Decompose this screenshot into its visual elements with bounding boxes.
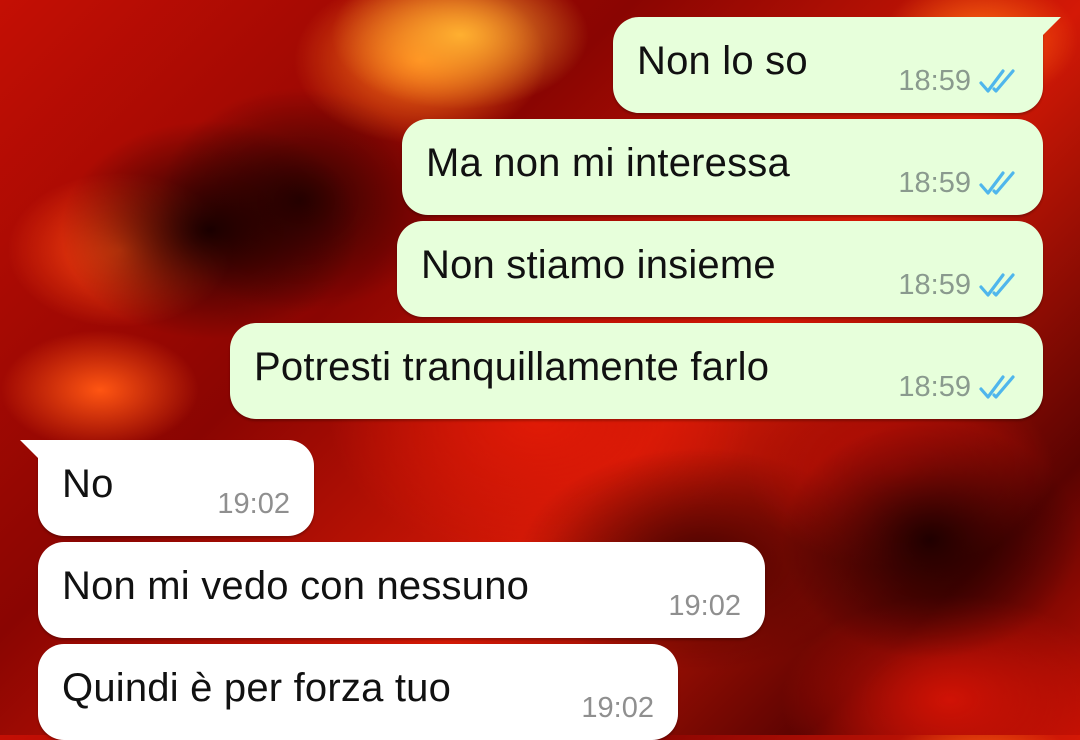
message-time: 18:59 <box>898 167 971 199</box>
message-text: No <box>62 462 114 506</box>
wallpaper-swirl <box>60 120 360 340</box>
wallpaper-swirl <box>780 420 1080 660</box>
message-time: 18:59 <box>898 269 971 301</box>
double-check-icon <box>979 69 1015 93</box>
message-time: 18:59 <box>898 371 971 403</box>
double-check-icon <box>979 375 1015 399</box>
message-text: Non lo so <box>637 39 808 83</box>
wallpaper-swirl <box>330 0 590 110</box>
message-text: Potresti tranquillamente farlo <box>254 345 770 389</box>
double-check-icon <box>979 273 1015 297</box>
message-time: 19:02 <box>581 692 654 724</box>
double-check-icon <box>979 171 1015 195</box>
incoming-message[interactable]: No 19:02 <box>20 440 314 536</box>
outgoing-message[interactable]: Ma non mi interessa 18:59 <box>402 119 1043 215</box>
message-time: 18:59 <box>898 65 971 97</box>
message-text: Non stiamo insieme <box>421 243 776 287</box>
message-text: Quindi è per forza tuo <box>62 666 452 710</box>
outgoing-message[interactable]: Potresti tranquillamente farlo 18:59 <box>230 323 1043 419</box>
wallpaper-swirl <box>0 330 200 450</box>
incoming-message[interactable]: Non mi vedo con nessuno 19:02 <box>38 542 765 638</box>
message-time: 19:02 <box>668 590 741 622</box>
message-time: 19:02 <box>217 488 290 520</box>
outgoing-message[interactable]: Non lo so 18:59 <box>613 17 1061 113</box>
outgoing-message[interactable]: Non stiamo insieme 18:59 <box>397 221 1043 317</box>
bubble-tail <box>1039 17 1061 39</box>
bubble-tail <box>20 440 42 462</box>
message-text: Ma non mi interessa <box>426 141 790 185</box>
incoming-message[interactable]: Quindi è per forza tuo 19:02 <box>38 644 678 740</box>
message-text: Non mi vedo con nessuno <box>62 564 530 608</box>
